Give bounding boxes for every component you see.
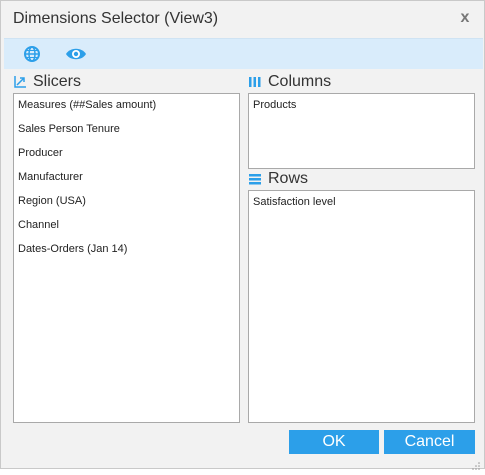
slicers-label: Slicers <box>33 73 82 90</box>
list-item[interactable]: Manufacturer <box>14 170 239 194</box>
list-item[interactable]: Products <box>249 98 474 122</box>
globe-icon[interactable] <box>22 45 42 63</box>
slicers-list[interactable]: Measures (##Sales amount) Sales Person Te… <box>13 93 240 423</box>
dialog-title: Dimensions Selector (View3) <box>13 10 219 27</box>
title-bar[interactable]: Dimensions Selector (View3) x <box>1 1 484 37</box>
rows-header: Rows <box>248 170 448 188</box>
toolbar <box>4 38 483 69</box>
list-item[interactable]: Region (USA) <box>14 194 239 218</box>
columns-list[interactable]: Products <box>248 93 475 169</box>
rows-list[interactable]: Satisfaction level <box>248 190 475 423</box>
columns-label: Columns <box>268 73 332 90</box>
list-item[interactable]: Dates-Orders (Jan 14) <box>14 242 239 266</box>
ok-button[interactable]: OK <box>289 430 379 454</box>
list-item[interactable]: Producer <box>14 146 239 170</box>
list-item[interactable]: Satisfaction level <box>249 195 474 219</box>
eye-icon[interactable] <box>65 45 86 63</box>
resize-grip-icon[interactable] <box>472 457 480 470</box>
list-item[interactable]: Channel <box>14 218 239 242</box>
columns-icon <box>248 75 262 89</box>
slicers-icon <box>13 75 27 89</box>
close-button[interactable]: x <box>458 10 472 26</box>
rows-icon <box>248 172 262 186</box>
slicers-header: Slicers <box>13 73 213 91</box>
dimensions-selector-dialog: Dimensions Selector (View3) x Slicers Me… <box>0 0 485 470</box>
rows-label: Rows <box>268 170 309 187</box>
list-item[interactable]: Sales Person Tenure <box>14 122 239 146</box>
list-item[interactable]: Measures (##Sales amount) <box>14 98 239 122</box>
columns-header: Columns <box>248 73 448 91</box>
cancel-button[interactable]: Cancel <box>384 430 475 454</box>
